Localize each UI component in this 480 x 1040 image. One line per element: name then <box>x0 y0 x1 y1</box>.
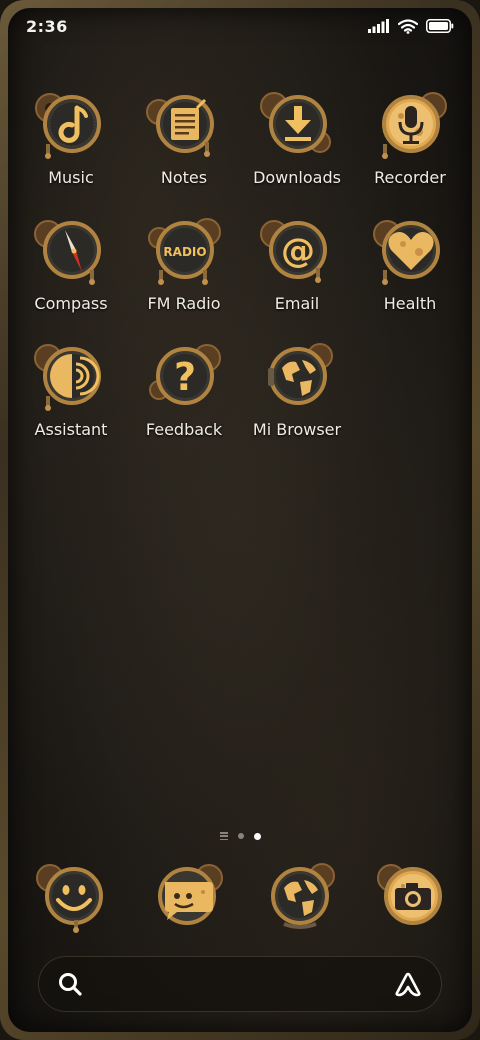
signal-icon <box>368 19 389 33</box>
chat-bubble-icon <box>158 864 223 925</box>
app-downloads[interactable]: Downloads <box>241 86 353 196</box>
search-bar[interactable] <box>38 956 442 1012</box>
app-recorder[interactable]: Recorder <box>354 86 466 196</box>
music-note-icon <box>32 86 110 164</box>
app-compass[interactable]: Compass <box>15 212 127 322</box>
app-music[interactable]: Music <box>15 86 127 196</box>
app-label: Assistant <box>34 420 108 439</box>
globe-icon <box>258 338 336 416</box>
notes-icon <box>145 86 223 164</box>
svg-text:@: @ <box>281 231 315 271</box>
app-health[interactable]: Health <box>354 212 466 322</box>
at-sign-icon: @ <box>258 212 336 290</box>
home-screen: 2:36 Music Notes Downloads Recorder Comp… <box>8 8 472 1032</box>
smiley-icon <box>36 864 103 933</box>
app-label: Compass <box>34 294 108 313</box>
wifi-icon <box>398 18 418 34</box>
app-label: Notes <box>160 168 208 187</box>
app-label: Downloads <box>253 168 341 187</box>
app-email[interactable]: @ Email <box>241 212 353 322</box>
globe-icon <box>271 863 335 929</box>
app-drawer-indicator-icon[interactable] <box>219 832 228 840</box>
page-dot[interactable] <box>237 833 244 839</box>
heart-icon <box>371 212 449 290</box>
svg-text:?: ? <box>174 355 196 399</box>
radio-icon: RADIO <box>145 212 223 290</box>
app-label: Mi Browser <box>252 420 342 439</box>
dock-camera[interactable] <box>373 858 451 936</box>
app-label: Music <box>48 168 94 187</box>
microphone-icon <box>371 86 449 164</box>
download-arrow-icon <box>258 86 336 164</box>
app-mi-browser[interactable]: Mi Browser <box>241 338 353 448</box>
app-label: Feedback <box>145 420 223 439</box>
dock-browser[interactable] <box>260 858 338 936</box>
app-assistant[interactable]: Assistant <box>15 338 127 448</box>
app-label: Recorder <box>374 168 446 187</box>
page-indicator <box>8 830 472 842</box>
radio-badge-text: RADIO <box>163 245 206 259</box>
assistant-icon <box>32 338 110 416</box>
app-fm-radio[interactable]: RADIO FM Radio <box>128 212 240 322</box>
dock-smiley[interactable] <box>34 858 112 936</box>
assistant-a-icon[interactable] <box>393 971 423 997</box>
app-label: FM Radio <box>147 294 221 313</box>
status-icons <box>368 18 454 34</box>
search-icon[interactable] <box>57 971 83 997</box>
question-mark-icon: ? <box>145 338 223 416</box>
page-dot-active[interactable] <box>253 832 261 840</box>
compass-icon <box>32 212 110 290</box>
app-label: Health <box>383 294 437 313</box>
phone-frame: 2:36 Music Notes Downloads Recorder Comp… <box>0 0 480 1040</box>
camera-icon <box>377 864 442 925</box>
clock: 2:36 <box>26 16 68 36</box>
status-bar: 2:36 <box>8 8 472 44</box>
battery-icon <box>426 19 454 33</box>
app-label: Email <box>274 294 320 313</box>
dock-messages[interactable] <box>147 858 225 936</box>
app-notes[interactable]: Notes <box>128 86 240 196</box>
app-feedback[interactable]: ? Feedback <box>128 338 240 448</box>
